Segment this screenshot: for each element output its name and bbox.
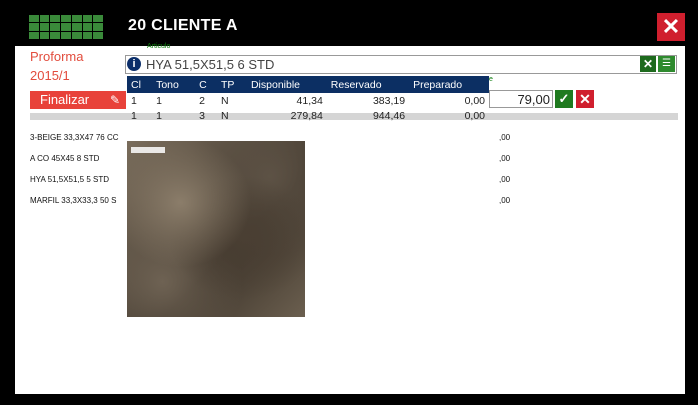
articulo-label: Articulo [147,43,171,50]
clear-icon[interactable]: ✕ [640,56,656,72]
table-cell: N [220,94,229,107]
table-cell: 2 [199,94,205,107]
table-header-row: Cl Tono C TP Disponible Reservado Prepar… [127,76,489,93]
articulo-value: HYA 51,5X51,5 6 STD [146,57,275,72]
order-window: 20 CLIENTE A ✕ Proforma 2015/1 Finalizar… [15,10,685,394]
title-bar: 20 CLIENTE A ✕ [15,10,685,46]
table-cell: 1 [156,94,162,107]
list-item-value: ,00 [499,196,511,205]
list-item-value: ,00 [499,154,511,163]
list-item-value: ,00 [499,133,511,142]
column-header: Preparado [413,78,463,91]
list-item[interactable]: HYA 51,5X51,5 5 STD [30,169,130,190]
search-icon[interactable]: ☰ [658,56,675,72]
info-icon[interactable]: i [127,57,141,71]
column-header: Cl [131,78,141,91]
check-icon[interactable]: ✓ [555,90,573,108]
table-cell: 0,00 [464,109,485,122]
table-cell: 1 [131,94,137,107]
table-cell: 0,00 [464,94,485,107]
column-header: Disponible [250,78,300,91]
table-row[interactable]: 1 1 3 N 279,84 944,46 0,00 [127,108,489,123]
table-cell: 41,34 [296,94,323,107]
column-header: C [199,78,207,91]
close-icon[interactable]: ✕ [576,90,594,108]
finalize-label: Finalizar [40,92,90,107]
column-header: TP [220,78,235,91]
document-type: Proforma [30,49,84,64]
quantity-label: e [489,76,493,83]
list-item[interactable]: 3-BEIGE 33,3X47 76 CC [30,127,130,148]
product-tile-image [127,141,305,317]
list-item-value: ,00 [499,175,511,184]
document-number: 2015/1 [30,68,70,83]
list-item[interactable]: A CO 45X45 8 STD [30,148,130,169]
document-header: Proforma 2015/1 [30,47,83,85]
quantity-field[interactable]: 79,00 [489,90,553,108]
stock-table: Cl Tono C TP Disponible Reservado Prepar… [127,76,489,123]
list-item[interactable]: MARFIL 33,3X33,3 50 S [30,190,130,211]
pen-icon: ✎ [109,93,120,107]
table-row[interactable]: 1 1 2 N 41,34 383,19 0,00 [127,93,489,108]
outer-frame: 20 CLIENTE A ✕ Proforma 2015/1 Finalizar… [0,0,698,405]
order-lines-amounts: ,00 ,00 ,00 ,00 [499,127,510,211]
app-logo [29,15,103,39]
column-header: Reservado [330,78,382,91]
table-cell: 944,46 [372,109,406,122]
close-window-button[interactable]: ✕ [657,13,685,41]
table-cell: 279,84 [290,109,323,122]
image-badge [131,147,165,153]
finalize-button[interactable]: Finalizar ✎ [30,91,126,109]
table-cell: 383,19 [372,94,406,107]
table-cell: 1 [156,109,162,122]
table-cell: 3 [199,109,205,122]
table-cell: N [220,109,229,122]
window-title: 20 CLIENTE A [128,17,238,34]
column-header: Tono [156,78,179,91]
articulo-field[interactable]: i HYA 51,5X51,5 6 STD ✕ ☰ [125,55,677,74]
table-cell: 1 [131,109,137,122]
order-lines-descriptions: 3-BEIGE 33,3X47 76 CC A CO 45X45 8 STD H… [30,127,130,211]
